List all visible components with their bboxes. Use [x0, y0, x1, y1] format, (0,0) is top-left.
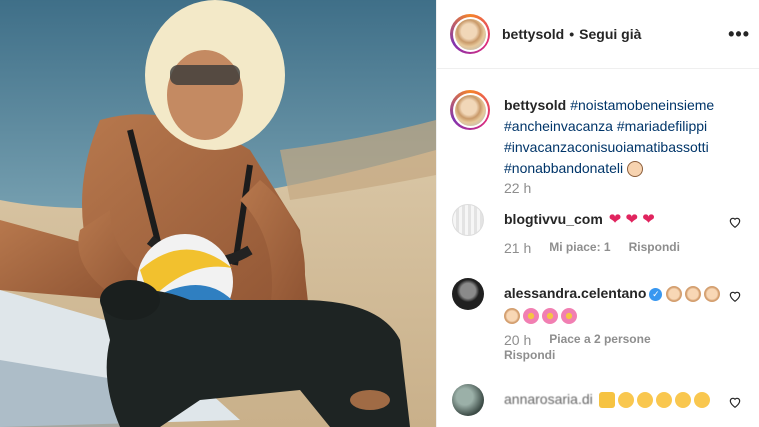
commenter-avatar[interactable] [452, 204, 484, 236]
kiss-face-emoji-icon [693, 392, 710, 409]
comment-body: blogtivvu_com ❤ ❤ ❤ [504, 208, 724, 231]
comment-meta: 20 h Piace a 2 persone [504, 332, 651, 348]
comment-meta: 21 h Mi piace: 1 Rispondi [504, 240, 680, 256]
comment-meta-reply: Rispondi [504, 348, 555, 362]
hashtag-link[interactable]: #nonabbandonateli [504, 160, 623, 176]
follow-status-button[interactable]: Segui già [579, 26, 641, 42]
woman-face-emoji-icon [627, 161, 644, 178]
hashtag-link[interactable]: #invacanzaconisuoiamatibassotti [504, 139, 709, 155]
separator-dot: • [569, 26, 575, 42]
beach-photo-illustration [0, 0, 436, 427]
caption-timestamp[interactable]: 22 h [504, 180, 531, 196]
hashtag-link[interactable]: #ancheinvacanza [504, 118, 613, 134]
hashtag-link[interactable]: #noistamobeneinsieme [570, 97, 714, 113]
comment-text: ❤ ❤ ❤ [608, 211, 655, 228]
author-avatar[interactable] [450, 14, 490, 54]
comment-likes[interactable]: Piace a 2 persone [549, 332, 650, 348]
flower-emoji-icon [523, 308, 539, 325]
kiss-face-emoji-icon [674, 392, 691, 409]
caption-text: bettysold #noistamobeneinsieme #ancheinva… [504, 95, 752, 179]
caption-username[interactable]: bettysold [504, 97, 566, 113]
comment-body: annarosaria.di [504, 388, 744, 410]
comment-time[interactable]: 21 h [504, 240, 531, 256]
post-side-panel: bettysold • Segui già ••• bettysold #nois… [436, 0, 759, 427]
commenter-username[interactable]: annarosaria.di [504, 391, 593, 407]
reply-button[interactable]: Rispondi [504, 348, 555, 362]
verified-badge-icon: ✓ [649, 287, 663, 301]
comment-likes[interactable]: Mi piace: 1 [549, 240, 610, 256]
like-heart-icon[interactable] [728, 395, 742, 409]
commenter-avatar[interactable] [452, 384, 484, 416]
post-header: bettysold • Segui già ••• [437, 0, 759, 69]
flower-emoji-icon [561, 308, 577, 325]
commenter-username[interactable]: blogtivvu_com [504, 211, 603, 227]
comment-time[interactable]: 20 h [504, 332, 531, 348]
clapping-hands-emoji-icon [685, 286, 702, 303]
flower-emoji-icon [542, 308, 558, 325]
comment-body: alessandra.celentano ✓ [504, 282, 744, 326]
kiss-face-emoji-icon [636, 392, 653, 409]
clapping-hands-emoji-icon [504, 308, 520, 325]
kiss-face-emoji-icon [617, 392, 634, 409]
hashtag-link[interactable]: #mariadefilippi [617, 118, 707, 134]
post-photo[interactable] [0, 0, 436, 427]
clapping-hands-emoji-icon [666, 286, 683, 303]
commenter-avatar[interactable] [452, 278, 484, 310]
kiss-face-emoji-icon [655, 392, 672, 409]
clapping-hands-emoji-icon [704, 286, 721, 303]
like-heart-icon[interactable] [728, 215, 742, 229]
like-heart-icon[interactable] [728, 289, 742, 303]
more-options-icon[interactable]: ••• [728, 24, 750, 45]
author-username[interactable]: bettysold [502, 26, 564, 42]
thumbs-up-emoji-icon [598, 392, 615, 409]
reply-button[interactable]: Rispondi [629, 240, 680, 256]
commenter-username[interactable]: alessandra.celentano [504, 285, 646, 301]
caption-avatar[interactable] [450, 90, 490, 130]
